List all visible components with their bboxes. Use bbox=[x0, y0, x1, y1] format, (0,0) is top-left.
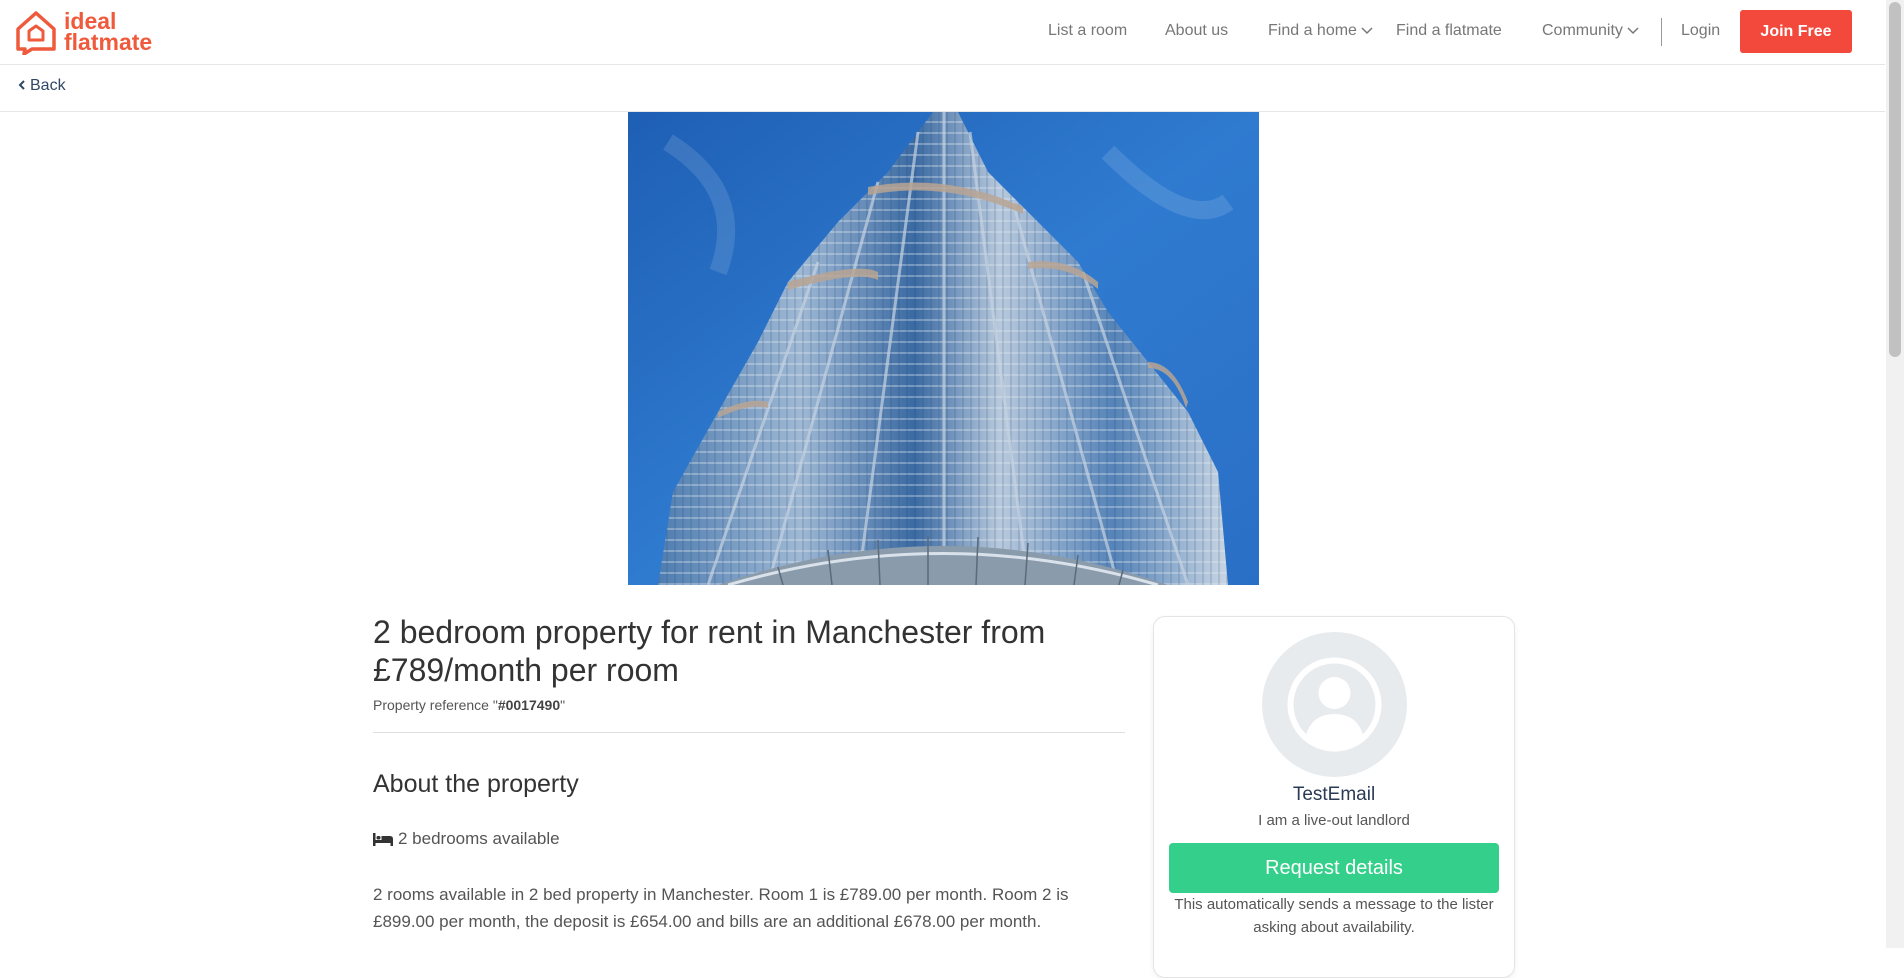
listing-title: 2 bedroom property for rent in Mancheste… bbox=[373, 614, 1046, 688]
property-photo-skyscraper bbox=[628, 112, 1259, 585]
join-free-button[interactable]: Join Free bbox=[1740, 10, 1852, 53]
bedrooms-available: 2 bedrooms available bbox=[373, 829, 560, 849]
ideal-flatmate-logo[interactable]: ideal flatmate bbox=[14, 9, 152, 55]
property-reference-value: #0017490 bbox=[497, 697, 561, 713]
page-scrollbar-thumb[interactable] bbox=[1889, 2, 1901, 357]
property-reference-suffix: " bbox=[560, 697, 566, 713]
nav-find-a-home[interactable]: Find a home bbox=[1268, 22, 1373, 40]
back-link[interactable]: Back bbox=[18, 77, 66, 95]
nav-login[interactable]: Login bbox=[1681, 22, 1720, 40]
nav-find-a-home-label: Find a home bbox=[1268, 22, 1357, 39]
lister-role: I am a live-out landlord bbox=[1258, 812, 1410, 829]
back-label: Back bbox=[30, 77, 66, 94]
nav-divider bbox=[1661, 18, 1662, 46]
property-photo[interactable] bbox=[628, 112, 1259, 585]
avatar bbox=[1262, 632, 1407, 777]
nav-community[interactable]: Community bbox=[1542, 22, 1639, 40]
logo-wordmark: ideal flatmate bbox=[64, 10, 153, 55]
request-details-note: This automatically sends a message to th… bbox=[1174, 896, 1494, 936]
nav-community-label: Community bbox=[1542, 22, 1623, 39]
logo-word-flatmate: flatmate bbox=[64, 29, 153, 55]
lister-card: TestEmail I am a live-out landlord Reque… bbox=[1153, 616, 1515, 978]
user-avatar-icon bbox=[1287, 657, 1382, 752]
lister-name: TestEmail bbox=[1292, 784, 1376, 805]
request-details-button[interactable]: Request details bbox=[1169, 843, 1499, 893]
top-header: ideal flatmate List a room About us Find… bbox=[0, 0, 1885, 65]
property-reference: Property reference "#0017490" bbox=[373, 697, 565, 713]
nav-list-a-room[interactable]: List a room bbox=[1048, 22, 1127, 40]
bed-icon bbox=[373, 833, 393, 846]
nav-find-a-flatmate[interactable]: Find a flatmate bbox=[1396, 22, 1502, 40]
about-property-heading: About the property bbox=[373, 770, 579, 798]
nav-about-us[interactable]: About us bbox=[1165, 22, 1228, 40]
chevron-down-icon bbox=[1627, 27, 1639, 34]
back-bar: Back bbox=[0, 65, 1885, 112]
chevron-left-icon bbox=[18, 80, 25, 90]
property-description: 2 rooms available in 2 bed property in M… bbox=[373, 885, 1069, 931]
bedrooms-available-label: 2 bedrooms available bbox=[398, 829, 560, 848]
property-reference-prefix: Property reference " bbox=[373, 697, 498, 713]
chevron-down-icon bbox=[1361, 27, 1373, 34]
section-divider bbox=[373, 732, 1125, 733]
house-chat-logo-icon bbox=[16, 11, 56, 55]
